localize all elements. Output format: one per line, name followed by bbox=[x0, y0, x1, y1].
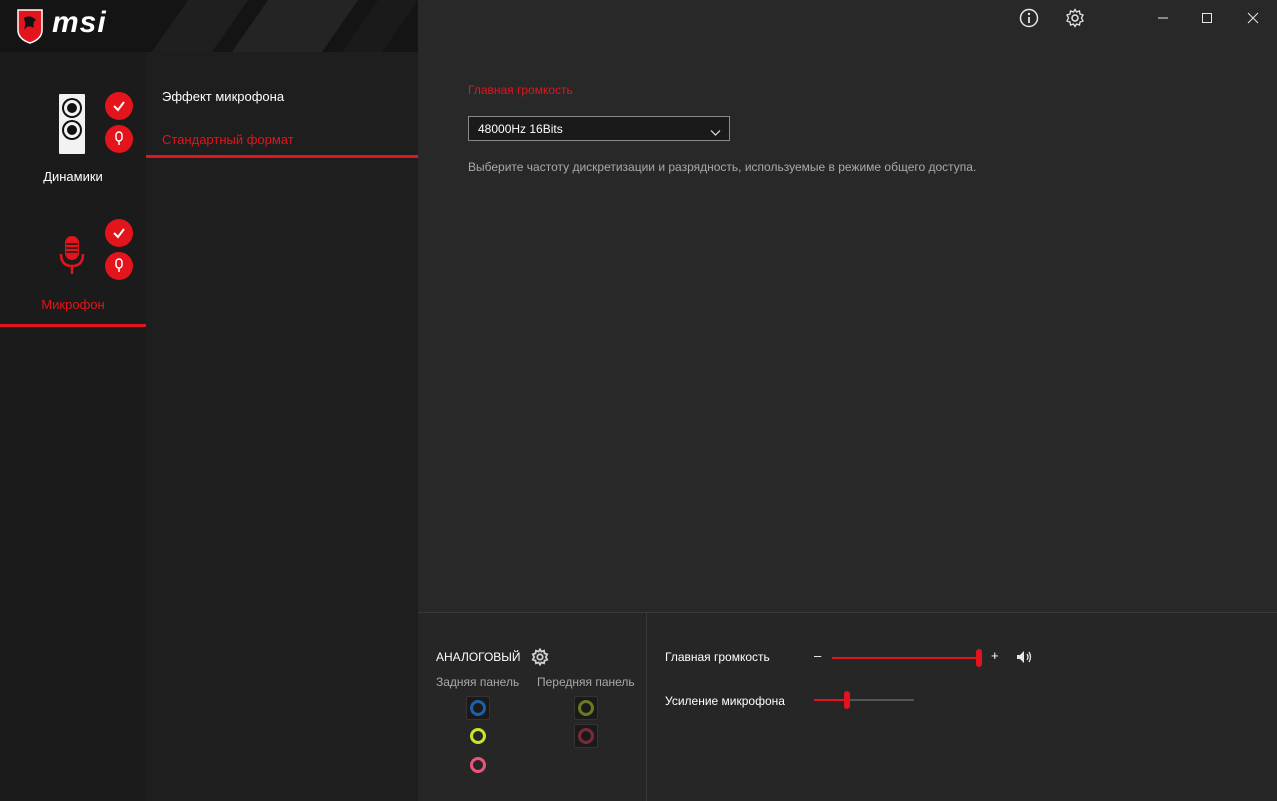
bottom-panel: АНАЛОГОВЫЙ Задняя панель Передняя панель… bbox=[418, 612, 1277, 801]
microphone-icon bbox=[58, 234, 86, 276]
master-volume-fill bbox=[832, 657, 979, 659]
chevron-down-icon bbox=[710, 124, 721, 142]
volume-plus-button[interactable]: + bbox=[991, 648, 999, 663]
device-microphone[interactable]: Микрофон bbox=[0, 192, 146, 327]
speaker-enabled-check-icon[interactable] bbox=[105, 92, 133, 120]
mic-boost-fill bbox=[814, 699, 847, 701]
speaker-volume-icon[interactable] bbox=[1016, 650, 1034, 669]
submenu-item-mic-effect[interactable]: Эффект микрофона bbox=[162, 89, 284, 104]
device-speakers[interactable]: Динамики bbox=[0, 52, 146, 192]
format-select-value: 48000Hz 16Bits bbox=[478, 122, 563, 136]
microphone-enabled-check-icon[interactable] bbox=[105, 219, 133, 247]
section-title: Главная громкость bbox=[468, 83, 573, 97]
speaker-mic-icon[interactable] bbox=[105, 125, 133, 153]
msi-dragon-logo-icon bbox=[14, 8, 46, 44]
msi-logo-text: msi bbox=[52, 6, 107, 39]
submenu-column: Эффект микрофона Стандартный формат bbox=[146, 52, 418, 801]
minimize-button[interactable] bbox=[1151, 6, 1175, 30]
microphone-mic-icon[interactable] bbox=[105, 252, 133, 280]
mic-boost-thumb[interactable] bbox=[844, 691, 850, 709]
close-button[interactable] bbox=[1241, 6, 1265, 30]
bottom-divider bbox=[646, 613, 647, 801]
submenu-selected-underline bbox=[146, 155, 418, 158]
settings-icon[interactable] bbox=[1063, 6, 1087, 30]
analog-label: АНАЛОГОВЫЙ bbox=[436, 650, 521, 664]
device-label-microphone: Микрофон bbox=[41, 297, 105, 312]
format-description: Выберите частоту дискретизации и разрядн… bbox=[468, 160, 977, 174]
front-jack-pink[interactable] bbox=[574, 724, 598, 748]
front-panel-label: Передняя панель bbox=[537, 675, 635, 689]
mic-boost-label: Усиление микрофона bbox=[665, 694, 785, 708]
master-volume-thumb[interactable] bbox=[976, 649, 982, 667]
volume-minus-button[interactable]: – bbox=[814, 648, 821, 663]
device-column: Динамики Микрофон bbox=[0, 52, 146, 801]
speaker-icon bbox=[59, 94, 85, 154]
format-select[interactable]: 48000Hz 16Bits bbox=[468, 116, 730, 141]
mic-boost-slider[interactable] bbox=[814, 691, 916, 709]
front-jack-green[interactable] bbox=[574, 696, 598, 720]
back-jack-blue[interactable] bbox=[466, 696, 490, 720]
back-jack-green[interactable] bbox=[466, 724, 490, 748]
logo-bar: msi bbox=[0, 0, 418, 52]
device-label-speakers: Динамики bbox=[43, 169, 103, 184]
device-selected-underline bbox=[0, 324, 146, 327]
back-jack-pink[interactable] bbox=[466, 753, 490, 777]
master-volume-slider[interactable] bbox=[832, 649, 984, 667]
submenu-item-standard-format[interactable]: Стандартный формат bbox=[162, 132, 294, 147]
back-panel-label: Задняя панель bbox=[436, 675, 520, 689]
master-volume-label: Главная громкость bbox=[665, 650, 770, 664]
maximize-button[interactable] bbox=[1195, 6, 1219, 30]
main-panel: Главная громкость 48000Hz 16Bits Выберит… bbox=[418, 0, 1277, 612]
info-icon[interactable] bbox=[1017, 6, 1041, 30]
analog-gear-icon[interactable] bbox=[531, 647, 549, 671]
